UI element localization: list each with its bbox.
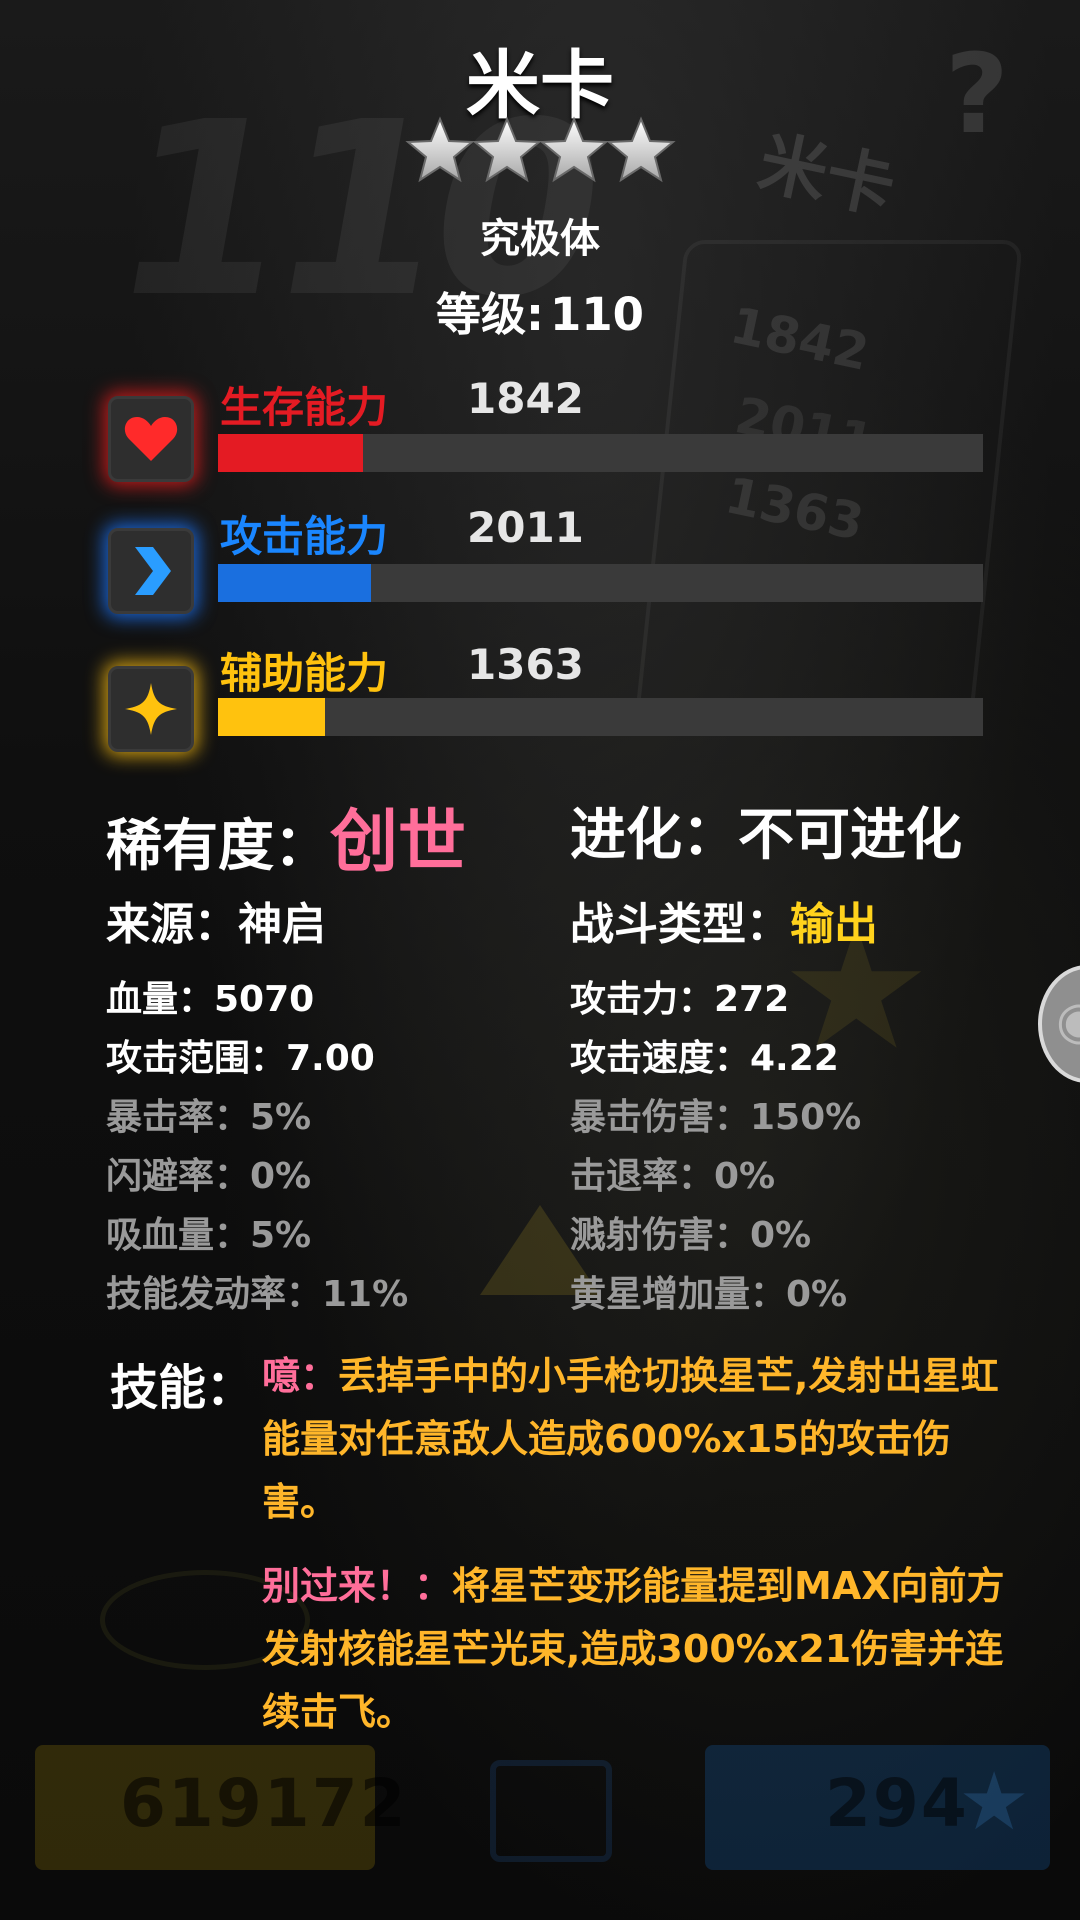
- evolve-info: 进化：不可进化: [570, 790, 962, 871]
- character-level: 等级: 110: [0, 278, 1080, 343]
- rarity-value: 创世: [330, 803, 467, 882]
- attribute-yellow-star-bonus: 黄星增加量：0%: [570, 1274, 848, 1315]
- survival-stat-icon: [108, 396, 194, 482]
- attribute-lifesteal: 吸血量：5%: [106, 1215, 312, 1256]
- attribute-attack-range: 攻击范围：7.00: [106, 1038, 375, 1079]
- support-bar: [218, 698, 983, 736]
- attribute-splash-damage: 溅射伤害：0%: [570, 1215, 812, 1256]
- source-info: 来源：神启: [106, 888, 326, 952]
- attribute-crit-rate: 暴击率：5%: [106, 1097, 312, 1138]
- attack-stat-icon: [108, 528, 194, 614]
- skill-1-desc: 丢掉手中的小手枪切换星芒,发射出星虹能量对任意敌人造成600%x15的攻击伤害。: [262, 1354, 999, 1524]
- attribute-hp: 血量：5070: [106, 979, 315, 1020]
- attribute-attack: 攻击力：272: [570, 979, 790, 1020]
- survival-label: 生存能力: [220, 383, 389, 432]
- star-icon: [405, 116, 475, 186]
- battle-type-info: 战斗类型：输出: [570, 888, 878, 952]
- character-form: 究极体: [480, 216, 600, 262]
- skill-1-name: 噫：: [262, 1354, 339, 1398]
- battle-type-label: 战斗类型：: [570, 899, 790, 950]
- attack-label: 攻击能力: [220, 512, 389, 561]
- character-detail-panel: 米卡 究极体 等级: 110 生存能力 1842 攻击能力 2011 辅助能力 …: [0, 0, 1080, 1920]
- rarity-label: 稀有度：: [106, 814, 330, 879]
- skill-1: 噫：丢掉手中的小手枪切换星芒,发射出星虹能量对任意敌人造成600%x15的攻击伤…: [262, 1345, 1022, 1534]
- survival-bar: [218, 434, 983, 472]
- attribute-crit-damage: 暴击伤害：150%: [570, 1097, 862, 1138]
- survival-bar-fill: [218, 434, 364, 472]
- star-icon: [539, 116, 609, 186]
- sparkle-star-icon: [125, 683, 177, 735]
- star-rating: [405, 116, 676, 186]
- star-icon: [472, 116, 542, 186]
- attribute-attack-speed: 攻击速度：4.22: [570, 1038, 839, 1079]
- chevron-right-icon: [135, 547, 171, 595]
- skill-2: 别过来！：将星芒变形能量提到MAX向前方发射核能星芒光束,造成300%x21伤害…: [262, 1555, 1022, 1744]
- support-value: 1363: [467, 640, 584, 689]
- attribute-knockback-rate: 击退率：0%: [570, 1156, 776, 1197]
- skills-label: 技能：: [110, 1360, 255, 1416]
- evolve-label: 进化：: [570, 803, 738, 868]
- star-icon: [606, 116, 676, 186]
- support-bar-fill: [218, 698, 326, 736]
- attribute-skill-rate: 技能发动率：11%: [106, 1274, 409, 1315]
- battle-type-value: 输出: [790, 899, 878, 950]
- heart-icon: [124, 417, 178, 461]
- level-value: 110: [550, 288, 644, 341]
- skill-2-name: 别过来！：: [262, 1564, 453, 1608]
- evolve-value: 不可进化: [738, 803, 962, 868]
- attack-bar: [218, 564, 983, 602]
- attack-bar-fill: [218, 564, 371, 602]
- level-label: 等级:: [436, 288, 545, 341]
- survival-value: 1842: [467, 374, 584, 423]
- attribute-dodge-rate: 闪避率：0%: [106, 1156, 312, 1197]
- source-value: 神启: [238, 899, 326, 950]
- attack-value: 2011: [467, 503, 584, 552]
- support-stat-icon: [108, 666, 194, 752]
- rarity-info: 稀有度：创世: [106, 786, 466, 885]
- source-label: 来源：: [106, 899, 238, 950]
- support-label: 辅助能力: [220, 649, 389, 698]
